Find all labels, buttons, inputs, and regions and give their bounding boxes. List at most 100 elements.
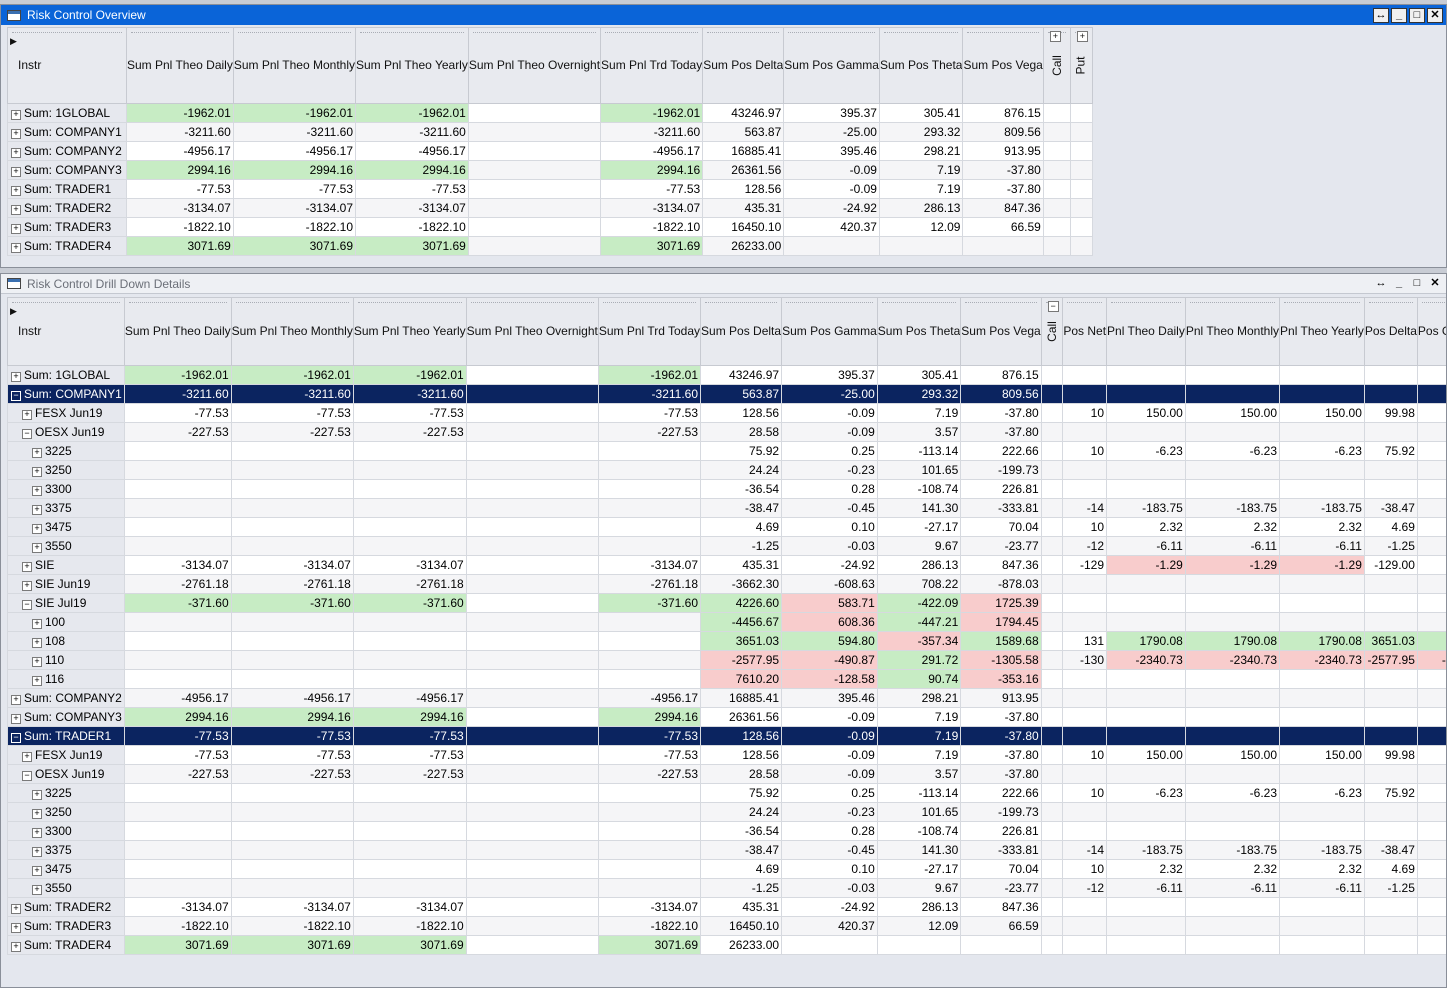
resize-horizontal-button[interactable]: ↔ <box>1373 7 1389 23</box>
column-header-instr[interactable]: ▶ Instr <box>7 27 127 104</box>
collapse-icon[interactable]: − <box>22 771 32 781</box>
row-label[interactable]: +3250 <box>7 802 125 822</box>
row-label[interactable]: +116 <box>7 669 125 689</box>
column-header-sum-pnl-theo-overnight[interactable]: Sum Pnl Theo Overnight <box>467 27 602 104</box>
collapse-icon[interactable]: − <box>11 733 21 743</box>
column-header-sum-pnl-theo-yearly[interactable]: Sum Pnl Theo Yearly <box>355 27 469 104</box>
expand-icon[interactable]: + <box>32 486 42 496</box>
table-row[interactable]: + Sum: COMPANY1 -3211.60 -3211.60 -3211.60 -3… <box>7 122 1093 142</box>
expand-icon[interactable]: + <box>32 828 42 838</box>
row-label[interactable]: + Sum: COMPANY1 <box>7 122 127 142</box>
minimize-button[interactable]: _ <box>1391 7 1407 23</box>
row-label[interactable]: + Sum: COMPANY2 <box>7 688 125 708</box>
table-row[interactable]: +3300-36.540.28-108.74226.818-4.69-4.69-… <box>7 821 1446 841</box>
table-row[interactable]: + Sum: TRADER4 3071.69 3071.69 3071.69 3071.6… <box>7 935 1446 955</box>
column-header-sum-pnl-theo-daily[interactable]: Sum Pnl Theo Daily <box>123 297 232 366</box>
table-row[interactable]: + FESX Jun19 -77.53 -77.53 -77.53 -77.53 128.5… <box>7 745 1446 765</box>
play-arrow-icon[interactable]: ▶ <box>10 34 17 49</box>
row-label[interactable]: + FESX Jun19 <box>7 745 125 765</box>
collapse-icon[interactable]: − <box>11 391 21 401</box>
column-header-pos-delta[interactable]: Pos Delta <box>1363 297 1418 366</box>
table-row[interactable]: + Sum: 1GLOBAL -1962.01 -1962.01 -1962.01 -19… <box>7 365 1446 385</box>
table-row[interactable]: + Sum: TRADER3 -1822.10 -1822.10 -1822.10 -18… <box>7 916 1446 936</box>
close-button[interactable]: ✕ <box>1427 7 1443 23</box>
column-header-pnl-theo-daily[interactable]: Pnl Theo Daily <box>1106 297 1186 366</box>
column-header-sum-pnl-trd-today[interactable]: Sum Pnl Trd Today <box>597 297 702 366</box>
expand-icon[interactable]: + <box>11 224 21 234</box>
column-header-pos-net[interactable]: Pos Net <box>1062 297 1108 366</box>
expand-icon[interactable]: + <box>32 619 42 629</box>
table-row[interactable]: +3225 75.92 0.25 -113.14 222.66 10 -6.23 -6.23-… <box>7 783 1446 803</box>
column-header-instr[interactable]: ▶ Instr <box>7 297 125 366</box>
row-label[interactable]: +3250 <box>7 460 125 480</box>
row-label[interactable]: +3300 <box>7 821 125 841</box>
row-label[interactable]: + Sum: TRADER1 <box>7 179 127 199</box>
column-header-sum-pos-vega[interactable]: Sum Pos Vega <box>960 297 1042 366</box>
table-row[interactable]: + SIE -3134.07 -3134.07 -3134.07 -3134.07 435.… <box>7 555 1446 575</box>
title-bar[interactable]: Risk Control Overview ↔ _ □ ✕ <box>1 5 1446 25</box>
column-header-sum-pos-vega[interactable]: Sum Pos Vega <box>962 27 1044 104</box>
expand-icon[interactable]: + <box>22 410 32 420</box>
table-row[interactable]: − Sum: TRADER1 -77.53 -77.53 -77.53 -77.53 128… <box>7 726 1446 746</box>
table-row[interactable]: + Sum: TRADER1 -77.53 -77.53 -77.53 -77.53 128… <box>7 179 1093 199</box>
table-row[interactable]: + Sum: COMPANY3 2994.16 2994.16 2994.16 2994.… <box>7 707 1446 727</box>
table-row[interactable]: − OESX Jun19 -227.53 -227.53 -227.53 -227.53 2… <box>7 422 1446 442</box>
expand-icon[interactable]: + <box>32 448 42 458</box>
row-label[interactable]: +3475 <box>7 517 125 537</box>
table-row[interactable]: + Sum: 1GLOBAL -1962.01 -1962.01 -1962.01 -19… <box>7 103 1093 123</box>
row-label[interactable]: − OESX Jun19 <box>7 422 125 442</box>
expand-icon[interactable]: + <box>32 543 42 553</box>
table-row[interactable]: − Sum: COMPANY1 -3211.60 -3211.60 -3211.60 -3… <box>7 384 1446 404</box>
row-label[interactable]: + Sum: TRADER4 <box>7 236 127 256</box>
table-row[interactable]: +3550 -1.25 -0.03 9.67 -23.77 -12 -6.11 -6.11 -6… <box>7 536 1446 556</box>
row-label[interactable]: + Sum: TRADER2 <box>7 198 127 218</box>
column-header-sum-pnl-theo-monthly[interactable]: Sum Pnl Theo Monthly <box>232 27 357 104</box>
column-header-put[interactable]: + Put <box>1069 27 1093 104</box>
minimize-button[interactable]: _ <box>1391 276 1407 291</box>
table-row[interactable]: +100-4456.67608.36-447.211794.451371785.… <box>7 612 1446 632</box>
table-row[interactable]: + Sum: TRADER3 -1822.10 -1822.10 -1822.10 -18… <box>7 217 1093 237</box>
table-row[interactable]: + SIE Jun19 -2761.18 -2761.18 -2761.18 -2761.… <box>7 574 1446 594</box>
row-label[interactable]: + Sum: COMPANY3 <box>7 707 125 727</box>
expand-icon[interactable]: + <box>1049 31 1061 42</box>
table-row[interactable]: + Sum: COMPANY2 -4956.17 -4956.17 -4956.17 -4… <box>7 688 1446 708</box>
expand-icon[interactable]: + <box>11 205 21 215</box>
expand-icon[interactable]: + <box>32 809 42 819</box>
column-header-sum-pnl-theo-yearly[interactable]: Sum Pnl Theo Yearly <box>352 297 467 366</box>
table-row[interactable]: − OESX Jun19 -227.53 -227.53 -227.53 -227.53 2… <box>7 764 1446 784</box>
table-row[interactable]: + FESX Jun19 -77.53 -77.53 -77.53 -77.53 128.5… <box>7 403 1446 423</box>
row-label[interactable]: +3475 <box>7 859 125 879</box>
table-row[interactable]: +3550 -1.25 -0.03 9.67 -23.77 -12 -6.11 -6.11 -6… <box>7 878 1446 898</box>
column-header-sum-pos-gamma[interactable]: Sum Pos Gamma <box>781 297 878 366</box>
expand-icon[interactable]: + <box>22 752 32 762</box>
title-bar[interactable]: Risk Control Drill Down Details ↔ _ □ ✕ <box>1 274 1446 294</box>
expand-icon[interactable]: + <box>22 562 32 572</box>
column-header-sum-pos-delta[interactable]: Sum Pos Delta <box>700 297 783 366</box>
table-row[interactable]: +110 -2577.95 -490.87 291.72 -1305.58 -130 -23… <box>7 650 1446 670</box>
expand-icon[interactable]: + <box>11 904 21 914</box>
expand-icon[interactable]: + <box>11 372 21 382</box>
table-row[interactable]: +325024.24-0.23101.65-199.73-8-29.07-29.… <box>7 802 1446 822</box>
column-header-pnl-theo-monthly[interactable]: Pnl Theo Monthly <box>1184 297 1281 366</box>
column-header-call[interactable]: − Call <box>1040 297 1064 366</box>
row-label[interactable]: − OESX Jun19 <box>7 764 125 784</box>
expand-icon[interactable]: + <box>1076 31 1088 42</box>
row-label[interactable]: + Sum: COMPANY3 <box>7 160 127 180</box>
expand-icon[interactable]: + <box>32 866 42 876</box>
row-label[interactable]: + FESX Jun19 <box>7 403 125 423</box>
expand-icon[interactable]: + <box>11 167 21 177</box>
row-label[interactable]: + SIE <box>7 555 125 575</box>
row-label[interactable]: +3375 <box>7 840 125 860</box>
column-header-sum-pnl-theo-daily[interactable]: Sum Pnl Theo Daily <box>126 27 234 104</box>
row-label[interactable]: + Sum: TRADER2 <box>7 897 125 917</box>
table-row[interactable]: + Sum: TRADER2 -3134.07 -3134.07 -3134.07 -31… <box>7 897 1446 917</box>
column-header-sum-pnl-theo-overnight[interactable]: Sum Pnl Theo Overnight <box>465 297 599 366</box>
table-row[interactable]: + Sum: TRADER2 -3134.07 -3134.07 -3134.07 -31… <box>7 198 1093 218</box>
row-label[interactable]: + Sum: 1GLOBAL <box>7 365 125 385</box>
close-button[interactable]: ✕ <box>1427 276 1443 291</box>
table-row[interactable]: +1167610.20-128.5890.74-353.16-81-1606.7… <box>7 669 1446 689</box>
play-arrow-icon[interactable]: ▶ <box>10 304 17 319</box>
collapse-icon[interactable]: − <box>1047 301 1059 312</box>
table-row[interactable]: +3225 75.92 0.25 -113.14 222.66 10 -6.23 -6.23-… <box>7 441 1446 461</box>
collapse-icon[interactable]: − <box>22 429 32 439</box>
